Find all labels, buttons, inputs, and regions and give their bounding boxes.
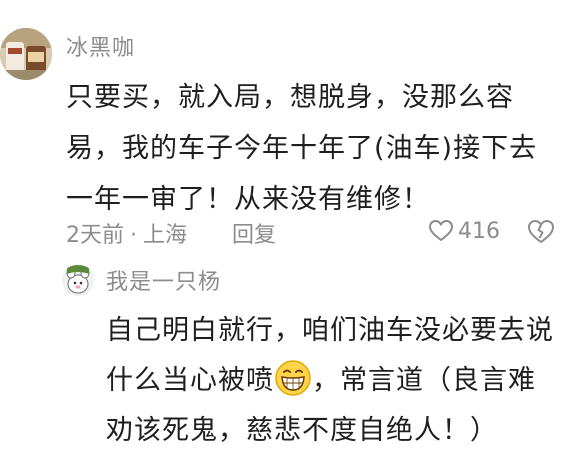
broken-heart-icon <box>528 220 554 243</box>
heart-outline-icon <box>429 220 453 241</box>
reply-button[interactable]: 回复 <box>232 217 276 249</box>
comment-meta: 2天前 · 上海 <box>66 217 187 249</box>
timestamp: 2天前 <box>66 223 124 248</box>
username[interactable]: 我是一只杨 <box>106 264 221 296</box>
meta-separator: · <box>130 223 137 248</box>
dislike-button[interactable] <box>526 218 556 246</box>
like-button[interactable]: 416 <box>428 216 500 246</box>
grinning-face-emoji-icon <box>275 360 311 396</box>
avatar-cartoon-icon <box>62 264 94 296</box>
location: 上海 <box>143 223 188 248</box>
like-count: 416 <box>458 218 500 244</box>
avatar-photo-icon <box>0 28 52 80</box>
avatar[interactable] <box>62 264 94 296</box>
comment-text: 自己明白就行，咱们油车没必要去说什么当心被喷 ，常言道（良言难劝该死鬼，慈悲不度… <box>106 306 556 456</box>
username[interactable]: 冰黑咖 <box>66 30 135 62</box>
avatar[interactable] <box>0 28 52 80</box>
comment-text: 只要买，就入局，想脱身，没那么容易，我的车子今年十年了(油车)接下去一年一审了！… <box>66 82 538 215</box>
